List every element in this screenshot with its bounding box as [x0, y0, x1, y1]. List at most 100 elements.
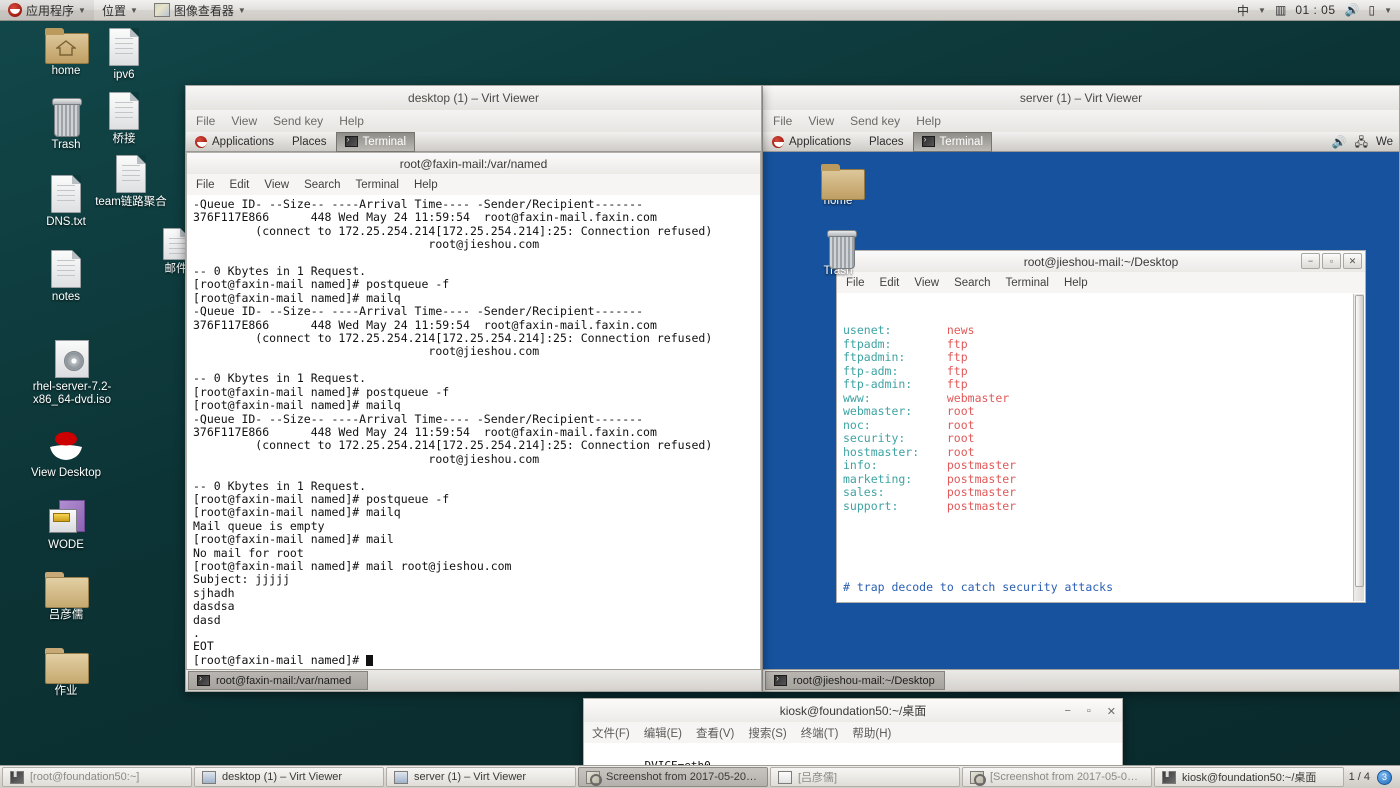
guest-taskbar-item[interactable]: root@jieshou-mail:~/Desktop	[765, 671, 945, 690]
menu-view[interactable]: View	[231, 114, 257, 128]
clock[interactable]: 01 : 05	[1295, 3, 1335, 17]
desktop-icon-ipv6[interactable]: ipv6	[76, 28, 172, 82]
taskbar-item-server-virt-viewer[interactable]: server (1) – Virt Viewer	[386, 767, 576, 787]
guest-task-terminal[interactable]: Terminal	[335, 132, 416, 152]
chevron-down-icon[interactable]: ▼	[1258, 6, 1266, 15]
terminal-menu-view[interactable]: View	[264, 179, 289, 191]
desktop-icon-wode[interactable]: WODE	[18, 500, 114, 552]
terminal-menu-view[interactable]: View	[914, 277, 939, 289]
vertical-scrollbar[interactable]	[1353, 294, 1364, 601]
terminal-menu-file[interactable]: 文件(F)	[592, 725, 630, 741]
terminal-menu-terminal[interactable]: 终端(T)	[801, 725, 839, 741]
taskbar-item-desktop-virt-viewer[interactable]: desktop (1) – Virt Viewer	[194, 767, 384, 787]
minimize-button[interactable]: −	[1301, 253, 1320, 269]
terminal-menu-help[interactable]: Help	[414, 179, 438, 191]
guest-display-desktop[interactable]: Applications Places Terminal root@faxin-…	[185, 132, 762, 692]
guest-taskbar-item[interactable]: root@faxin-mail:/var/named	[188, 671, 368, 690]
guest-applications-menu[interactable]: Applications	[763, 132, 860, 152]
terminal-icon	[197, 673, 210, 686]
close-button[interactable]: ✕	[1107, 705, 1116, 718]
terminal-menu-edit[interactable]: 编辑(E)	[644, 725, 682, 741]
places-menu[interactable]: 位置 ▼	[94, 0, 146, 21]
chevron-down-icon: ▼	[78, 5, 86, 15]
active-app-menu[interactable]: 图像查看器 ▼	[146, 0, 254, 21]
input-method-indicator[interactable]: 中	[1237, 2, 1249, 19]
menu-help[interactable]: Help	[916, 114, 941, 128]
taskbar-item-screenshot-2017-05-20[interactable]: Screenshot from 2017-05-20 1…	[578, 767, 768, 787]
terminal-menu-edit[interactable]: Edit	[880, 277, 900, 289]
terminal-menu-search[interactable]: 搜索(S)	[748, 725, 786, 741]
guest-places-menu[interactable]: Places	[283, 132, 336, 152]
applications-menu[interactable]: 应用程序 ▼	[0, 0, 94, 21]
text-file-icon	[116, 155, 146, 193]
taskbar-item-screenshot-2017-05-07[interactable]: [Screenshot from 2017-05-07 …	[962, 767, 1152, 787]
volume-icon[interactable]: 🔊	[1332, 136, 1347, 148]
terminal-output[interactable]: -Queue ID- --Size-- ----Arrival Time----…	[186, 195, 761, 670]
terminal-menu-help[interactable]: Help	[1064, 277, 1088, 289]
terminal-menu-file[interactable]: File	[846, 277, 865, 289]
terminal-menu-search[interactable]: Search	[304, 179, 340, 191]
menu-send-key[interactable]: Send key	[850, 114, 900, 128]
terminal-output[interactable]: DVICE=eth0	[583, 743, 1123, 767]
chevron-down-icon[interactable]: ▼	[1384, 6, 1392, 15]
desktop-icon-zuoye[interactable]: 作业	[18, 648, 114, 698]
terminal-icon	[921, 134, 935, 147]
menu-help[interactable]: Help	[339, 114, 364, 128]
minimize-button[interactable]: −	[1064, 705, 1070, 717]
menu-file[interactable]: File	[773, 114, 792, 128]
desktop-icon-lvyanru[interactable]: 吕彦儒	[18, 572, 114, 622]
menu-send-key[interactable]: Send key	[273, 114, 323, 128]
taskbar-item-foundation-root[interactable]: [root@foundation50:~]	[2, 767, 192, 787]
desktop-icon-notes[interactable]: notes	[18, 250, 114, 304]
virt-viewer-server-window[interactable]: server (1) – Virt Viewer File View Send …	[762, 85, 1400, 692]
alias-key: www:	[843, 390, 871, 405]
guest-desktop-icon-trash[interactable]: Trash	[808, 230, 868, 278]
guest-places-label: Places	[869, 135, 904, 148]
alias-row: ftp-admin: ftp	[843, 377, 1363, 392]
alias-value: ftp	[946, 350, 968, 364]
guest-places-menu[interactable]: Places	[860, 132, 913, 152]
guest-task-label: Terminal	[939, 135, 984, 148]
taskbar-item-kiosk-terminal[interactable]: kiosk@foundation50:~/桌面	[1154, 767, 1344, 787]
desktop-icon-qiaojie[interactable]: 桥接	[76, 92, 172, 146]
virt-viewer-desktop-window[interactable]: desktop (1) – Virt Viewer File View Send…	[185, 85, 762, 692]
taskbar-item-lvyanru[interactable]: [吕彦儒]	[770, 767, 960, 787]
terminal-menu-edit[interactable]: Edit	[230, 179, 250, 191]
workspace-indicator: 1 / 4	[1348, 771, 1370, 783]
terminal-menu-search[interactable]: Search	[954, 277, 990, 289]
battery-icon[interactable]: ▯	[1368, 4, 1375, 16]
terminal-icon	[774, 673, 787, 686]
terminal-menu-view[interactable]: 查看(V)	[696, 725, 734, 741]
close-button[interactable]: ✕	[1343, 253, 1362, 269]
terminal-menu-terminal[interactable]: Terminal	[1006, 277, 1049, 289]
maximize-button[interactable]: ▫	[1087, 705, 1091, 717]
desktop-icon-view-desktop[interactable]: View Desktop	[18, 430, 114, 480]
menu-file[interactable]: File	[196, 114, 215, 128]
workspace-switcher[interactable]: 1 / 4 3	[1348, 769, 1398, 785]
guest-taskbar-label: root@faxin-mail:/var/named	[216, 674, 352, 687]
menu-view[interactable]: View	[808, 114, 834, 128]
terminal-menu-file[interactable]: File	[196, 179, 215, 191]
volume-icon[interactable]: 🔊	[1345, 4, 1360, 16]
guest-desktop-icon-home[interactable]: home	[808, 164, 868, 208]
window-controls: − ▫ ✕	[1301, 253, 1362, 269]
desktop-icon-rhel-iso[interactable]: rhel-server-7.2-x86_64-dvd.iso	[18, 340, 126, 407]
guest-task-terminal[interactable]: Terminal	[912, 132, 993, 152]
aliases-file-content[interactable]: usenet: news ftpadm: ftp ftpadmin: ftp ftp-…	[836, 293, 1366, 603]
guest-applications-menu[interactable]: Applications	[186, 132, 283, 152]
alias-key: webmaster:	[843, 404, 913, 418]
kiosk-terminal-window[interactable]: kiosk@foundation50:~/桌面 − ▫ ✕ 文件(F) 编辑(E…	[583, 698, 1123, 768]
desktop-icon-label: 桥接	[112, 133, 136, 145]
guest-terminal-window[interactable]: root@faxin-mail:/var/named File Edit Vie…	[186, 152, 761, 670]
window-titlebar: desktop (1) – Virt Viewer	[185, 85, 762, 110]
aliases-terminal-window[interactable]: root@jieshou-mail:~/Desktop − ▫ ✕ File E…	[836, 250, 1366, 603]
guest-display-server[interactable]: Applications Places Terminal 🔊 🖧 We home…	[762, 132, 1400, 692]
alias-value: root	[946, 444, 975, 459]
workspace-badge[interactable]: 3	[1377, 769, 1392, 785]
scrollbar-thumb[interactable]	[1355, 295, 1364, 587]
terminal-menu-help[interactable]: 帮助(H)	[852, 725, 891, 741]
desktop-icon-team[interactable]: team链路聚合	[76, 155, 186, 209]
maximize-button[interactable]: ▫	[1322, 253, 1341, 269]
terminal-menu-terminal[interactable]: Terminal	[356, 179, 399, 191]
network-icon[interactable]: 🖧	[1355, 136, 1368, 148]
